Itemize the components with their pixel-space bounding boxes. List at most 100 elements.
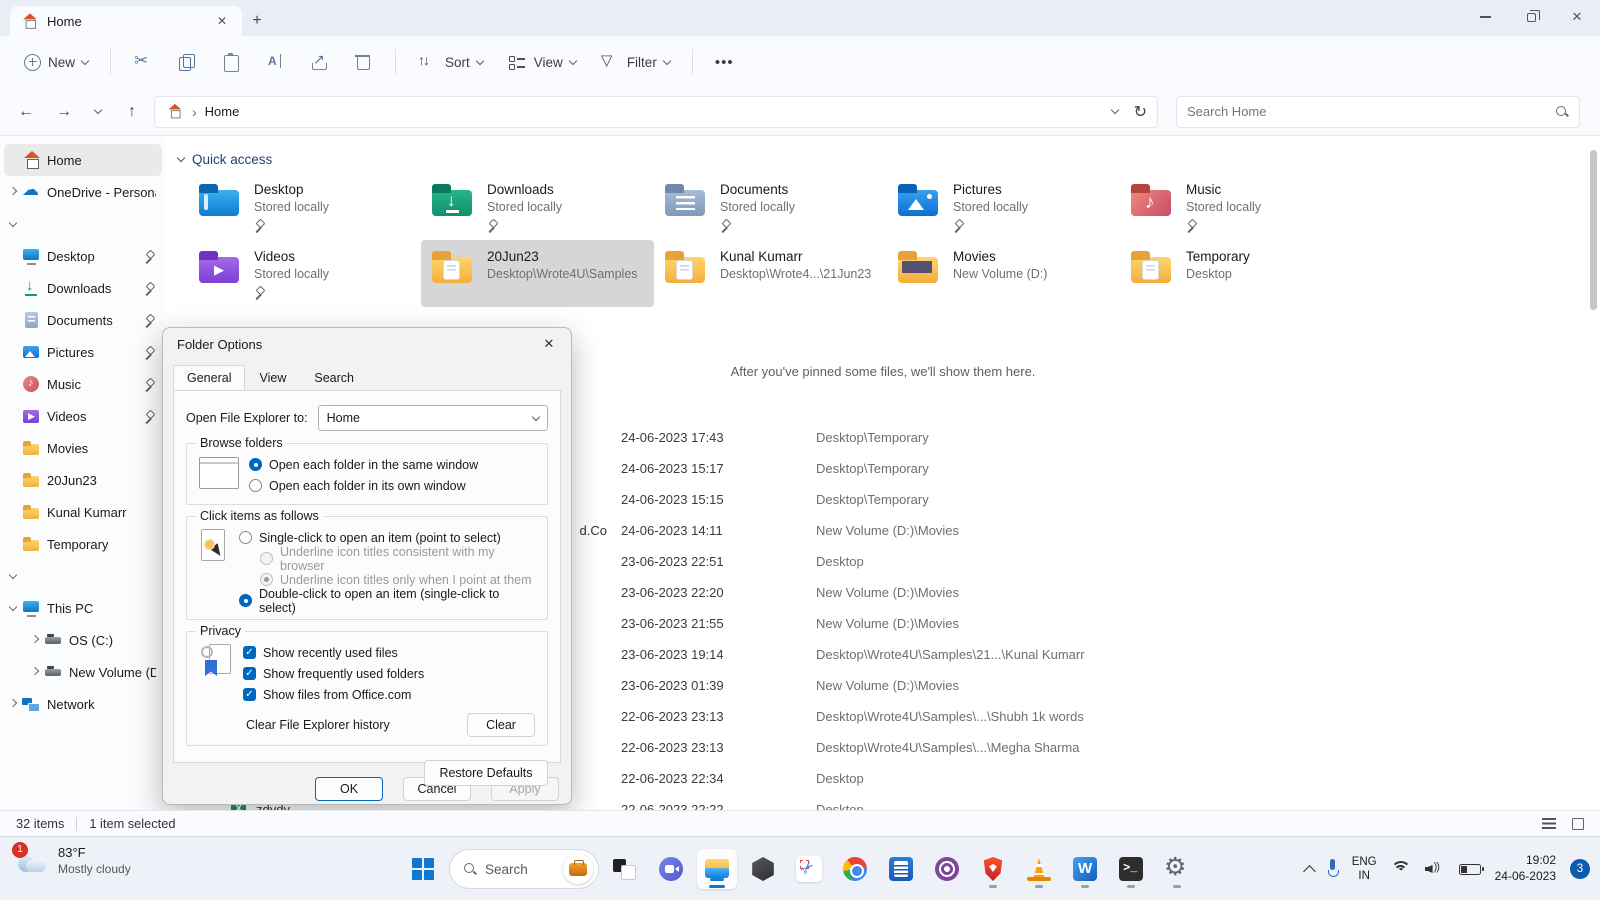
collapse-chevron-icon[interactable]: [177, 154, 185, 162]
battery-icon[interactable]: [1459, 864, 1481, 875]
rename-button[interactable]: [255, 45, 295, 79]
sidebar-item[interactable]: Kunal Kumarr: [4, 496, 162, 528]
address-dropdown-icon[interactable]: [1110, 106, 1118, 114]
language-switcher[interactable]: ENG IN: [1352, 855, 1377, 884]
quick-access-tile[interactable]: Desktop Stored locally: [188, 173, 421, 240]
taskbar-app[interactable]: [835, 849, 875, 889]
expand-chevron-icon[interactable]: [9, 570, 17, 578]
sidebar-item[interactable]: Network: [4, 688, 162, 720]
sidebar-item[interactable]: OS (C:): [4, 624, 162, 656]
forward-button[interactable]: →: [48, 96, 80, 128]
sidebar-item[interactable]: Pictures: [4, 336, 162, 368]
sidebar-item[interactable]: 20Jun23: [4, 464, 162, 496]
taskbar-app[interactable]: [1111, 849, 1151, 889]
taskbar-search[interactable]: Search: [449, 849, 599, 889]
sidebar-item[interactable]: Downloads: [4, 272, 162, 304]
search-highlight-icon[interactable]: [563, 854, 593, 884]
radio-icon[interactable]: [239, 531, 252, 544]
hidden-icons-chevron[interactable]: [1303, 865, 1316, 878]
up-button[interactable]: ↑: [116, 96, 148, 128]
checkbox-icon[interactable]: ✓: [243, 688, 256, 701]
sidebar-item[interactable]: Desktop: [4, 240, 162, 272]
dialog-title-bar[interactable]: Folder Options ✕: [163, 328, 571, 360]
start-button[interactable]: [403, 849, 443, 889]
close-button[interactable]: ✕: [1554, 0, 1600, 34]
new-tab-button[interactable]: +: [242, 6, 272, 36]
quick-access-tile[interactable]: Pictures Stored locally: [887, 173, 1120, 240]
dialog-close-button[interactable]: ✕: [527, 328, 571, 360]
notification-count-badge[interactable]: 3: [1570, 859, 1590, 879]
view-button[interactable]: View: [497, 45, 586, 79]
wifi-icon[interactable]: [1391, 861, 1411, 877]
quick-access-tile[interactable]: Movies New Volume (D:): [887, 240, 1120, 307]
large-icons-view-icon[interactable]: [1572, 818, 1584, 830]
sidebar-item[interactable]: [4, 560, 162, 592]
dialog-tab[interactable]: General: [173, 365, 245, 391]
expand-chevron-icon[interactable]: [31, 666, 39, 674]
quick-access-tile[interactable]: Kunal Kumarr Desktop\Wrote4...\21Jun23: [654, 240, 887, 307]
radio-icon[interactable]: [260, 573, 273, 586]
sidebar-item[interactable]: [4, 208, 162, 240]
checkbox-option[interactable]: ✓ Show frequently used folders: [243, 663, 537, 684]
checkbox-option[interactable]: ✓ Show recently used files: [243, 642, 537, 663]
tab-close-icon[interactable]: ✕: [212, 11, 232, 31]
delete-button[interactable]: [343, 45, 383, 79]
copy-button[interactable]: [167, 45, 207, 79]
volume-icon[interactable]: [1425, 861, 1445, 877]
dialog-tab[interactable]: View: [245, 365, 300, 391]
taskbar-app[interactable]: [1065, 849, 1105, 889]
sidebar-item[interactable]: Temporary: [4, 528, 162, 560]
quick-access-tile[interactable]: Downloads Stored locally: [421, 173, 654, 240]
quick-access-tile[interactable]: Temporary Desktop: [1120, 240, 1353, 307]
sidebar-item[interactable]: New Volume (D:): [4, 656, 162, 688]
sidebar-item[interactable]: Documents: [4, 304, 162, 336]
taskbar-app[interactable]: [1019, 849, 1059, 889]
paste-button[interactable]: [211, 45, 251, 79]
quick-access-tile[interactable]: Music Stored locally: [1120, 173, 1353, 240]
sidebar-item[interactable]: Movies: [4, 432, 162, 464]
radio-icon[interactable]: [249, 458, 262, 471]
expand-chevron-icon[interactable]: [31, 634, 39, 642]
radio-icon[interactable]: [260, 552, 273, 565]
restore-defaults-button[interactable]: Restore Defaults: [424, 760, 548, 786]
scrollbar-thumb[interactable]: [1590, 150, 1597, 310]
taskbar-app[interactable]: [697, 849, 737, 889]
expand-chevron-icon[interactable]: [9, 218, 17, 226]
microphone-icon[interactable]: [1328, 859, 1338, 879]
restore-button[interactable]: [1508, 0, 1554, 34]
cut-button[interactable]: [123, 45, 163, 79]
sidebar-item[interactable]: OneDrive - Persona: [4, 176, 162, 208]
taskbar-app[interactable]: [743, 849, 783, 889]
taskbar-app[interactable]: [651, 849, 691, 889]
breadcrumb[interactable]: › Home ↻: [154, 96, 1158, 128]
details-view-icon[interactable]: [1542, 818, 1556, 829]
quick-access-tile[interactable]: Documents Stored locally: [654, 173, 887, 240]
radio-option[interactable]: Underline icon titles consistent with my…: [260, 548, 537, 569]
sidebar-item[interactable]: Videos: [4, 400, 162, 432]
clock[interactable]: 19:02 24-06-2023: [1495, 853, 1556, 884]
taskbar-app[interactable]: [927, 849, 967, 889]
filter-button[interactable]: Filter: [590, 45, 680, 79]
radio-icon[interactable]: [249, 479, 262, 492]
expand-chevron-icon[interactable]: [9, 698, 17, 706]
quick-access-header[interactable]: Quick access: [166, 136, 1600, 173]
radio-option[interactable]: Double-click to open an item (single-cli…: [239, 590, 537, 611]
expand-chevron-icon[interactable]: [9, 603, 17, 611]
recent-locations-button[interactable]: [86, 96, 110, 128]
search-input[interactable]: [1187, 104, 1555, 119]
sort-button[interactable]: Sort: [408, 45, 493, 79]
refresh-icon[interactable]: ↻: [1134, 102, 1147, 122]
breadcrumb-home[interactable]: Home: [205, 104, 240, 119]
open-to-dropdown[interactable]: Home: [318, 405, 548, 431]
new-button[interactable]: New: [14, 47, 98, 78]
radio-icon[interactable]: [239, 594, 252, 607]
taskbar-app[interactable]: [881, 849, 921, 889]
taskbar-app[interactable]: [789, 849, 829, 889]
quick-access-tile[interactable]: 20Jun23 Desktop\Wrote4U\Samples: [421, 240, 654, 307]
see-more-button[interactable]: •••: [705, 47, 744, 78]
back-button[interactable]: ←: [10, 96, 42, 128]
expand-chevron-icon[interactable]: [9, 186, 17, 194]
explorer-tab[interactable]: Home ✕: [10, 6, 242, 36]
dialog-tab[interactable]: Search: [300, 365, 368, 391]
quick-access-tile[interactable]: Videos Stored locally: [188, 240, 421, 307]
